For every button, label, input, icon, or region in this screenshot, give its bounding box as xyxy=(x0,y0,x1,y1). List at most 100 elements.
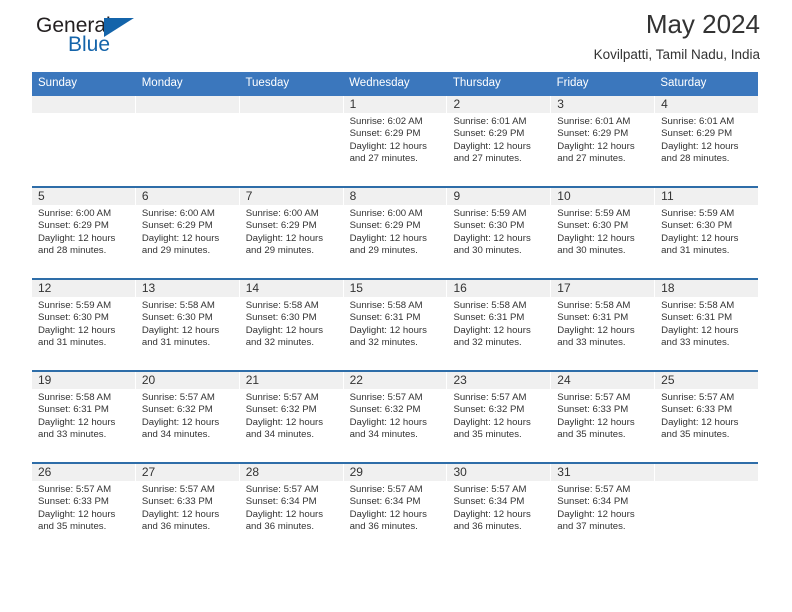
sunrise-text: Sunrise: 5:57 AM xyxy=(453,484,527,495)
daylight-text-line1: Daylight: 12 hours xyxy=(349,140,427,152)
day-number: 23 xyxy=(447,372,551,389)
calendar-day-cell[interactable]: 9 Sunrise: 5:59 AM Sunset: 6:30 PM Dayli… xyxy=(447,188,552,278)
day-details: Sunrise: 6:01 AM Sunset: 6:29 PM Dayligh… xyxy=(551,113,654,166)
calendar-day-cell[interactable]: 6 Sunrise: 6:00 AM Sunset: 6:29 PM Dayli… xyxy=(135,188,240,278)
calendar-day-cell[interactable]: 23 Sunrise: 5:57 AM Sunset: 6:32 PM Dayl… xyxy=(447,372,552,462)
dow-header-friday: Friday xyxy=(551,72,655,96)
sunset-text: Sunset: 6:31 PM xyxy=(453,312,525,324)
daylight-text-line1: Daylight: 12 hours xyxy=(453,416,531,428)
day-number: 24 xyxy=(551,372,655,389)
day-number: 16 xyxy=(447,280,551,297)
calendar-day-cell[interactable]: 7 Sunrise: 6:00 AM Sunset: 6:29 PM Dayli… xyxy=(239,188,344,278)
calendar-day-cell[interactable]: 27 Sunrise: 5:57 AM Sunset: 6:33 PM Dayl… xyxy=(135,464,240,554)
day-number: 15 xyxy=(343,280,447,297)
calendar-day-cell[interactable]: 11 Sunrise: 5:59 AM Sunset: 6:30 PM Dayl… xyxy=(655,188,759,278)
day-details: Sunrise: 5:57 AM Sunset: 6:32 PM Dayligh… xyxy=(136,389,239,442)
sunset-text: Sunset: 6:29 PM xyxy=(141,220,213,232)
daylight-text-line1: Daylight: 12 hours xyxy=(245,416,324,428)
calendar-day-cell[interactable]: 21 Sunrise: 5:57 AM Sunset: 6:32 PM Dayl… xyxy=(239,372,344,462)
daylight-text-line1: Daylight: 12 hours xyxy=(557,232,635,244)
day-details: Sunrise: 5:59 AM Sunset: 6:30 PM Dayligh… xyxy=(655,205,758,258)
sunset-text: Sunset: 6:32 PM xyxy=(349,404,421,416)
calendar-day-cell[interactable]: 17 Sunrise: 5:58 AM Sunset: 6:31 PM Dayl… xyxy=(551,280,656,370)
sunset-text: Sunset: 6:31 PM xyxy=(661,312,733,324)
daylight-text-line1: Daylight: 12 hours xyxy=(661,140,739,152)
day-details: Sunrise: 5:58 AM Sunset: 6:31 PM Dayligh… xyxy=(447,297,550,350)
sunrise-text: Sunrise: 5:58 AM xyxy=(557,300,631,311)
day-details: Sunrise: 5:57 AM Sunset: 6:33 PM Dayligh… xyxy=(655,389,758,442)
sunrise-text: Sunrise: 5:59 AM xyxy=(661,208,735,219)
day-number: 12 xyxy=(32,280,135,297)
day-details: Sunrise: 6:01 AM Sunset: 6:29 PM Dayligh… xyxy=(655,113,758,166)
calendar-day-cell[interactable]: 1 Sunrise: 6:02 AM Sunset: 6:29 PM Dayli… xyxy=(343,96,448,186)
calendar-day-cell[interactable]: 5 Sunrise: 6:00 AM Sunset: 6:29 PM Dayli… xyxy=(32,188,136,278)
sunrise-text: Sunrise: 5:58 AM xyxy=(141,300,215,311)
sunset-text: Sunset: 6:32 PM xyxy=(245,404,317,416)
day-number: 9 xyxy=(447,188,551,205)
daylight-text-line1: Daylight: 12 hours xyxy=(453,232,531,244)
calendar-day-cell xyxy=(135,96,240,186)
sunrise-text: Sunrise: 6:00 AM xyxy=(141,208,215,219)
daylight-text-line1: Daylight: 12 hours xyxy=(453,508,531,520)
day-number: 10 xyxy=(551,188,655,205)
calendar-day-cell[interactable]: 26 Sunrise: 5:57 AM Sunset: 6:33 PM Dayl… xyxy=(32,464,136,554)
calendar-day-cell[interactable]: 16 Sunrise: 5:58 AM Sunset: 6:31 PM Dayl… xyxy=(447,280,552,370)
calendar-day-cell[interactable]: 22 Sunrise: 5:57 AM Sunset: 6:32 PM Dayl… xyxy=(343,372,448,462)
daylight-text-line1: Daylight: 12 hours xyxy=(557,416,635,428)
day-number: 29 xyxy=(343,464,447,481)
day-number: 18 xyxy=(655,280,759,297)
day-number: 31 xyxy=(551,464,655,481)
sunrise-text: Sunrise: 5:59 AM xyxy=(557,208,631,219)
daylight-text-line1: Daylight: 12 hours xyxy=(453,140,531,152)
day-details: Sunrise: 5:57 AM Sunset: 6:34 PM Dayligh… xyxy=(551,481,654,534)
daylight-text-line2: and 35 minutes. xyxy=(453,429,522,441)
calendar-day-cell xyxy=(655,464,759,554)
daylight-text-line1: Daylight: 12 hours xyxy=(245,324,324,336)
daylight-text-line2: and 32 minutes. xyxy=(245,337,314,349)
calendar-day-cell[interactable]: 29 Sunrise: 5:57 AM Sunset: 6:34 PM Dayl… xyxy=(343,464,448,554)
sunrise-text: Sunrise: 6:00 AM xyxy=(245,208,319,219)
calendar-day-cell[interactable]: 28 Sunrise: 5:57 AM Sunset: 6:34 PM Dayl… xyxy=(239,464,344,554)
sunset-text: Sunset: 6:29 PM xyxy=(453,128,525,140)
calendar-day-cell[interactable]: 25 Sunrise: 5:57 AM Sunset: 6:33 PM Dayl… xyxy=(655,372,759,462)
daylight-text-line1: Daylight: 12 hours xyxy=(141,324,220,336)
calendar-day-cell[interactable]: 31 Sunrise: 5:57 AM Sunset: 6:34 PM Dayl… xyxy=(551,464,656,554)
calendar-day-cell[interactable]: 30 Sunrise: 5:57 AM Sunset: 6:34 PM Dayl… xyxy=(447,464,552,554)
calendar-day-cell[interactable]: 15 Sunrise: 5:58 AM Sunset: 6:31 PM Dayl… xyxy=(343,280,448,370)
sunset-text: Sunset: 6:32 PM xyxy=(141,404,213,416)
daylight-text-line2: and 28 minutes. xyxy=(661,153,730,165)
sunset-text: Sunset: 6:33 PM xyxy=(661,404,733,416)
day-number: 22 xyxy=(343,372,447,389)
calendar-day-cell[interactable]: 20 Sunrise: 5:57 AM Sunset: 6:32 PM Dayl… xyxy=(135,372,240,462)
dow-header-monday: Monday xyxy=(136,72,240,96)
daylight-text-line2: and 36 minutes. xyxy=(453,521,522,533)
calendar-day-cell[interactable]: 19 Sunrise: 5:58 AM Sunset: 6:31 PM Dayl… xyxy=(32,372,136,462)
calendar-day-cell[interactable]: 14 Sunrise: 5:58 AM Sunset: 6:30 PM Dayl… xyxy=(239,280,344,370)
calendar-day-cell[interactable]: 10 Sunrise: 5:59 AM Sunset: 6:30 PM Dayl… xyxy=(551,188,656,278)
calendar-day-cell[interactable]: 3 Sunrise: 6:01 AM Sunset: 6:29 PM Dayli… xyxy=(551,96,656,186)
page-header: General Blue May 2024 Kovilpatti, Tamil … xyxy=(32,0,760,72)
day-details: Sunrise: 5:59 AM Sunset: 6:30 PM Dayligh… xyxy=(32,297,135,350)
day-number: 2 xyxy=(447,96,551,113)
calendar-day-cell[interactable]: 4 Sunrise: 6:01 AM Sunset: 6:29 PM Dayli… xyxy=(655,96,759,186)
calendar-day-cell[interactable]: 24 Sunrise: 5:57 AM Sunset: 6:33 PM Dayl… xyxy=(551,372,656,462)
sunset-text: Sunset: 6:34 PM xyxy=(557,496,629,508)
day-details: Sunrise: 6:00 AM Sunset: 6:29 PM Dayligh… xyxy=(240,205,343,258)
calendar-day-cell[interactable]: 12 Sunrise: 5:59 AM Sunset: 6:30 PM Dayl… xyxy=(32,280,136,370)
calendar-day-cell[interactable]: 8 Sunrise: 6:00 AM Sunset: 6:29 PM Dayli… xyxy=(343,188,448,278)
calendar-day-cell xyxy=(239,96,344,186)
sunset-text: Sunset: 6:31 PM xyxy=(349,312,421,324)
calendar-day-cell[interactable]: 13 Sunrise: 5:58 AM Sunset: 6:30 PM Dayl… xyxy=(135,280,240,370)
calendar-day-cell[interactable]: 2 Sunrise: 6:01 AM Sunset: 6:29 PM Dayli… xyxy=(447,96,552,186)
general-blue-logo[interactable]: General Blue xyxy=(36,14,216,68)
daylight-text-line1: Daylight: 12 hours xyxy=(38,324,116,336)
calendar-day-cell[interactable]: 18 Sunrise: 5:58 AM Sunset: 6:31 PM Dayl… xyxy=(655,280,759,370)
daylight-text-line2: and 34 minutes. xyxy=(245,429,314,441)
daylight-text-line2: and 27 minutes. xyxy=(453,153,522,165)
sunset-text: Sunset: 6:30 PM xyxy=(141,312,213,324)
day-details: Sunrise: 5:57 AM Sunset: 6:34 PM Dayligh… xyxy=(344,481,447,534)
day-details: Sunrise: 5:58 AM Sunset: 6:31 PM Dayligh… xyxy=(32,389,135,442)
sunset-text: Sunset: 6:31 PM xyxy=(38,404,109,416)
daylight-text-line2: and 31 minutes. xyxy=(141,337,211,349)
day-details: Sunrise: 5:57 AM Sunset: 6:33 PM Dayligh… xyxy=(32,481,135,534)
